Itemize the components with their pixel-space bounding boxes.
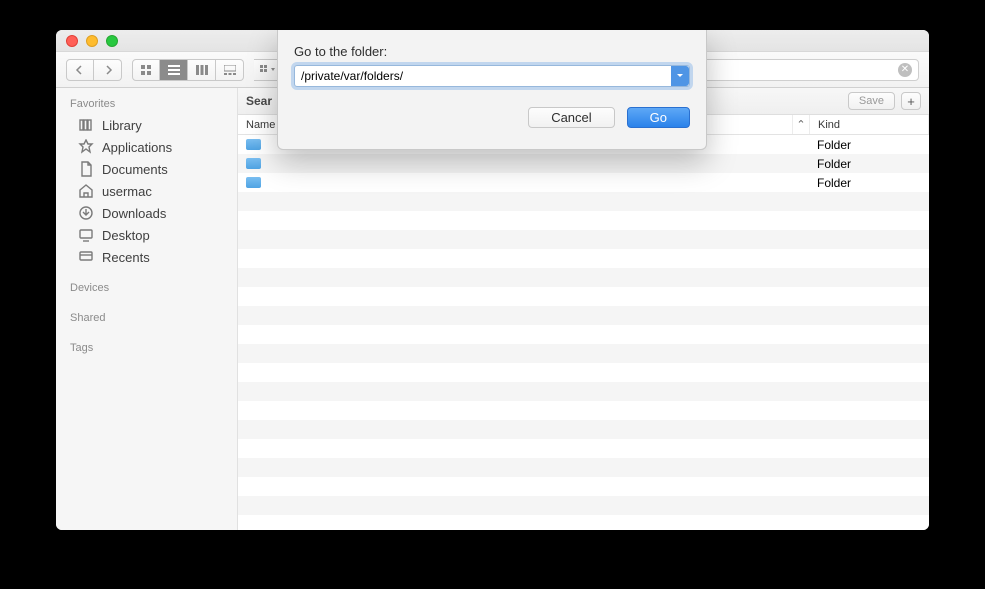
chevron-down-icon xyxy=(676,72,684,80)
path-dropdown-button[interactable] xyxy=(671,66,689,86)
finder-window: Searching “folders” xyxy=(56,30,929,530)
go-button[interactable]: Go xyxy=(627,107,690,128)
path-combobox[interactable] xyxy=(294,65,690,87)
sheet-prompt: Go to the folder: xyxy=(294,44,690,59)
go-to-folder-sheet: Go to the folder: Cancel Go xyxy=(277,30,707,150)
path-input[interactable] xyxy=(295,66,671,86)
sheet-overlay: Go to the folder: Cancel Go xyxy=(56,30,929,530)
cancel-button[interactable]: Cancel xyxy=(528,107,614,128)
